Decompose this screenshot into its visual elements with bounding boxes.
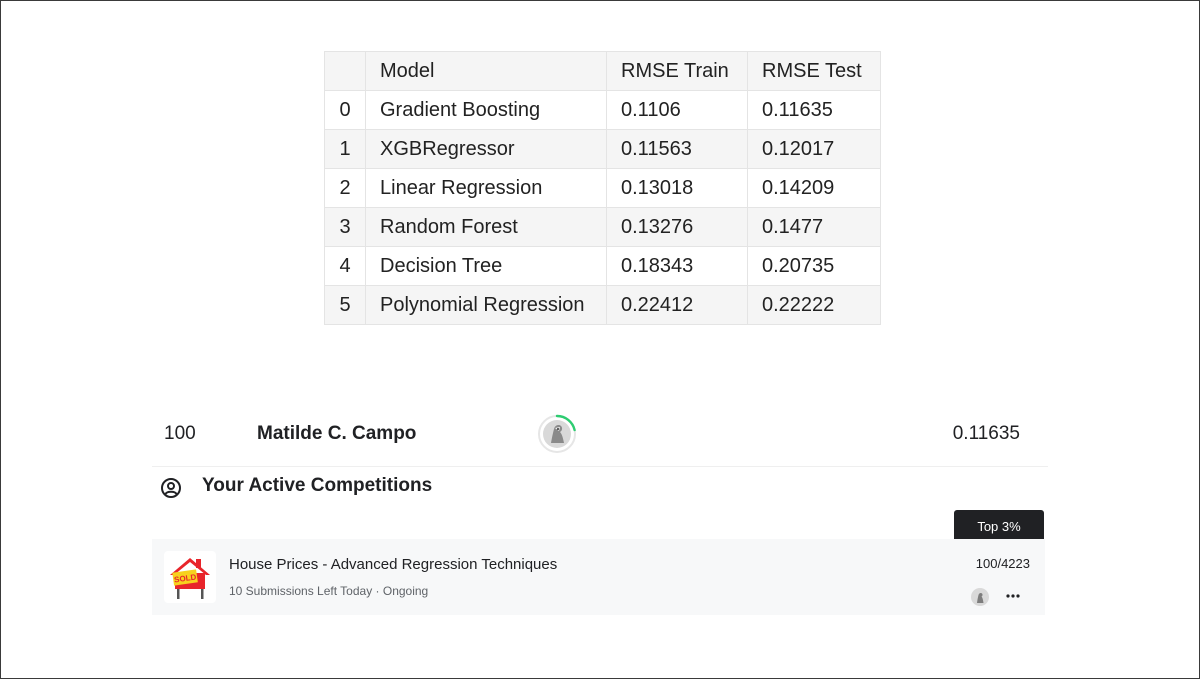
row-index: 2 [324, 168, 366, 208]
table-row: 2 Linear Regression 0.13018 0.14209 [324, 168, 881, 208]
row-rmse-test: 0.12017 [747, 129, 881, 169]
row-rmse-train: 0.13018 [606, 168, 748, 208]
table-row: 5 Polynomial Regression 0.22412 0.22222 [324, 285, 881, 325]
leaderboard-user-name[interactable]: Matilde C. Campo [257, 423, 416, 445]
column-header-index [324, 51, 366, 91]
row-rmse-test: 0.14209 [747, 168, 881, 208]
row-model: Decision Tree [365, 246, 607, 286]
competition-card[interactable]: SOLD House Prices - Advanced Regression … [152, 539, 1045, 615]
rank-percentile-tooltip: Top 3% [954, 510, 1044, 548]
competition-rank[interactable]: 100/4223 [976, 556, 1030, 571]
row-model: Random Forest [365, 207, 607, 247]
row-rmse-train: 0.1106 [606, 90, 748, 130]
row-rmse-test: 0.1477 [747, 207, 881, 247]
leaderboard-row[interactable]: 100 Matilde C. Campo 0.11635 [152, 404, 1048, 467]
row-rmse-train: 0.22412 [606, 285, 748, 325]
row-rmse-test: 0.11635 [747, 90, 881, 130]
row-index: 3 [324, 207, 366, 247]
table-row: 4 Decision Tree 0.18343 0.20735 [324, 246, 881, 286]
row-model: XGBRegressor [365, 129, 607, 169]
row-rmse-test: 0.22222 [747, 285, 881, 325]
row-index: 1 [324, 129, 366, 169]
row-rmse-train: 0.18343 [606, 246, 748, 286]
table-row: 0 Gradient Boosting 0.1106 0.11635 [324, 90, 881, 130]
results-table: Model RMSE Train RMSE Test 0 Gradient Bo… [324, 51, 881, 325]
row-model: Gradient Boosting [365, 90, 607, 130]
more-horizontal-icon[interactable] [1002, 586, 1024, 606]
column-header-model: Model [365, 51, 607, 91]
row-index: 4 [324, 246, 366, 286]
competition-status: 10 Submissions Left Today · Ongoing [229, 584, 429, 598]
competition-title[interactable]: House Prices - Advanced Regression Techn… [229, 556, 557, 573]
row-rmse-train: 0.13276 [606, 207, 748, 247]
table-row: 1 XGBRegressor 0.11563 0.12017 [324, 129, 881, 169]
section-title: Your Active Competitions [202, 475, 433, 496]
row-rmse-train: 0.11563 [606, 129, 748, 169]
leaderboard-rank: 100 [164, 423, 196, 444]
column-header-rmse-test: RMSE Test [747, 51, 881, 91]
row-rmse-test: 0.20735 [747, 246, 881, 286]
house-sold-icon: SOLD [164, 551, 216, 603]
table-row: 3 Random Forest 0.13276 0.1477 [324, 207, 881, 247]
table-header-row: Model RMSE Train RMSE Test [324, 51, 881, 91]
user-circle-icon [160, 477, 182, 499]
row-model: Polynomial Regression [365, 285, 607, 325]
row-model: Linear Regression [365, 168, 607, 208]
row-index: 5 [324, 285, 366, 325]
leaderboard-score: 0.11635 [952, 423, 1020, 444]
user-avatar-icon [970, 587, 990, 607]
column-header-rmse-train: RMSE Train [606, 51, 748, 91]
user-avatar-icon[interactable] [536, 413, 578, 455]
row-index: 0 [324, 90, 366, 130]
